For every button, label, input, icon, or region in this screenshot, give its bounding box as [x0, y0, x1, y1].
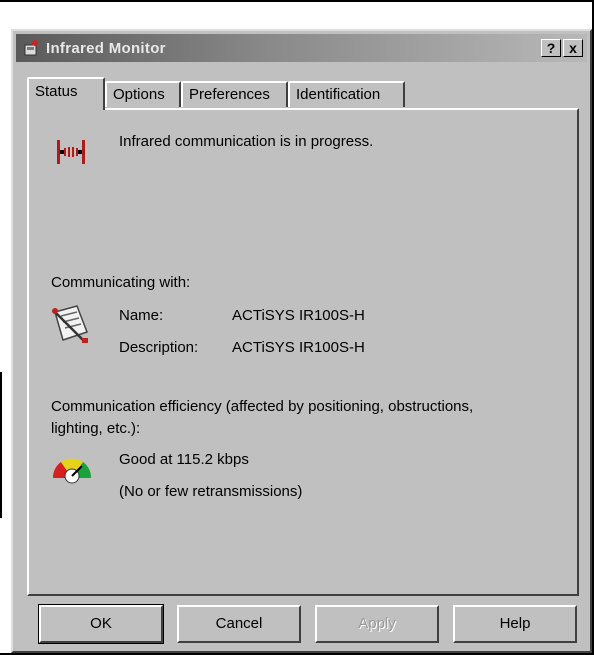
tab-preferences[interactable]: Preferences — [181, 81, 288, 107]
close-button[interactable]: x — [563, 39, 583, 57]
device-icon — [52, 305, 88, 343]
tab-status[interactable]: Status — [27, 77, 105, 110]
description-value: ACTiSYS IR100S-H — [232, 339, 365, 356]
ok-button[interactable]: OK — [38, 604, 164, 644]
title-bar[interactable]: Infrared Monitor ? x — [16, 34, 587, 62]
help-button[interactable]: ? — [541, 39, 561, 57]
status-panel: Infrared communication is in progress. C… — [27, 108, 579, 596]
communicating-with-label: Communicating with: — [51, 274, 191, 291]
tab-label: Identification — [296, 86, 381, 103]
efficiency-label-line2: lighting, etc.): — [51, 420, 141, 437]
apply-button-label: Apply — [358, 615, 396, 632]
tab-label: Preferences — [189, 86, 270, 103]
name-label: Name: — [119, 307, 164, 324]
status-message: Infrared communication is in progress. — [119, 133, 374, 150]
tab-label: Status — [35, 83, 78, 100]
infrared-monitor-icon — [24, 40, 38, 56]
infrared-monitor-dialog: Infrared Monitor ? x Status Options Pref… — [11, 29, 592, 653]
gauge-icon — [52, 458, 92, 484]
help-button-label: Help — [499, 615, 531, 632]
window-title: Infrared Monitor — [46, 40, 166, 57]
help-dialog-button[interactable]: Help — [453, 605, 577, 643]
background-edge — [0, 372, 2, 518]
cancel-button-label: Cancel — [215, 615, 263, 632]
close-glyph: x — [569, 40, 577, 56]
description-label: Description: — [119, 339, 199, 356]
tab-label: Options — [113, 86, 165, 103]
tab-identification[interactable]: Identification — [288, 81, 405, 107]
cancel-button[interactable]: Cancel — [177, 605, 301, 643]
ok-button-label: OK — [90, 615, 112, 632]
tab-options[interactable]: Options — [105, 81, 181, 107]
apply-button: Apply — [315, 605, 439, 643]
efficiency-label-line1: Communication efficiency (affected by po… — [51, 398, 474, 415]
efficiency-value: Good at 115.2 kbps — [119, 451, 249, 468]
retransmissions-text: (No or few retransmissions) — [119, 483, 303, 500]
help-glyph: ? — [546, 40, 556, 56]
name-value: ACTiSYS IR100S-H — [232, 307, 365, 324]
infrared-beam-icon — [57, 140, 85, 164]
